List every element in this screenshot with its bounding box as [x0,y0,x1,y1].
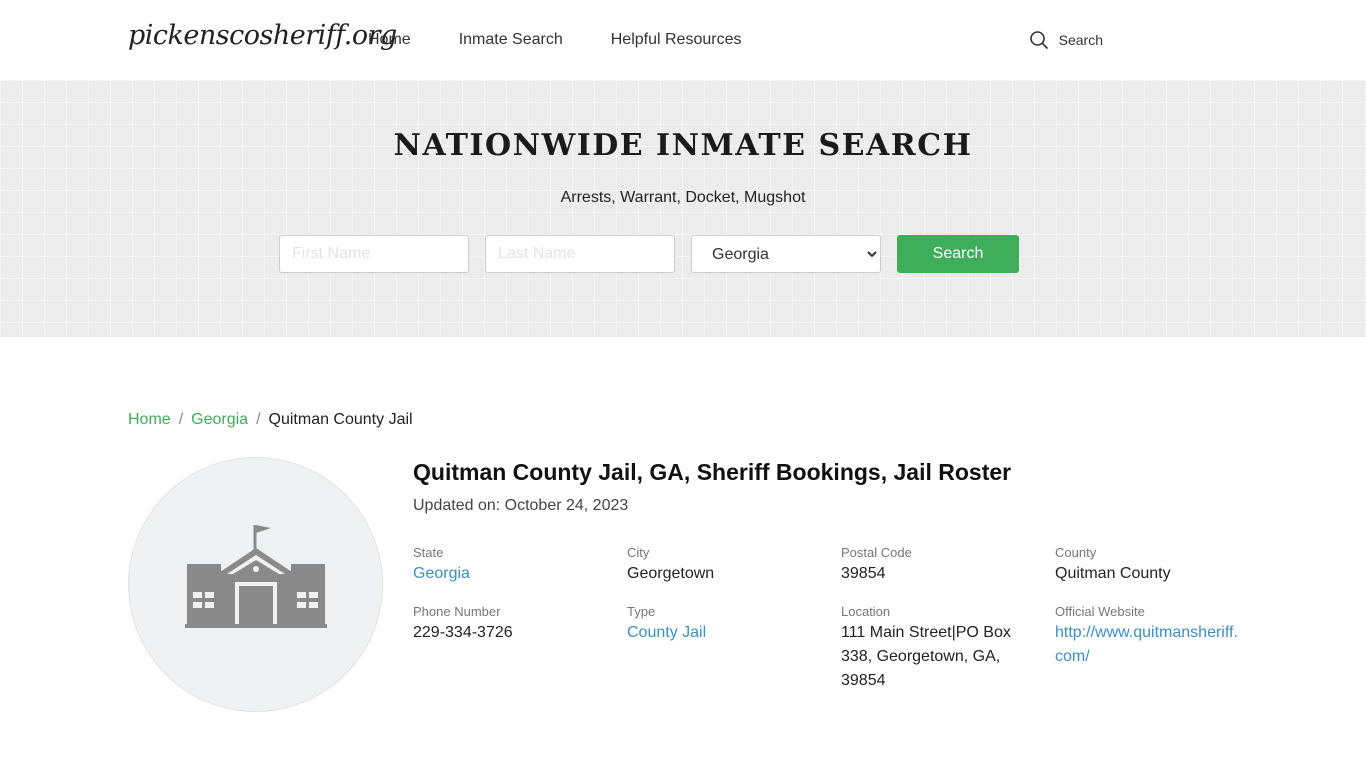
city-value: Georgetown [627,565,715,582]
site-logo[interactable]: pickenscosheriff.org [128,20,397,51]
hero-banner [0,80,1366,337]
main-nav: Home Inmate Search Helpful Resources [368,31,741,49]
breadcrumb: Home / Georgia / Quitman County Jail [128,411,413,429]
facility-title: Quitman County Jail, GA, Sheriff Booking… [413,459,1012,485]
location-field: Location 111 Main Street|PO Box 338, Geo… [841,604,1011,693]
last-name-input[interactable] [485,235,675,273]
updated-date: Updated on: October 24, 2023 [413,497,629,514]
breadcrumb-state[interactable]: Georgia [191,411,248,429]
phone-label: Phone Number [413,604,501,619]
state-label: State [413,545,444,560]
website-label: Official Website [1055,604,1145,619]
website-link[interactable]: http://www.quitmansheriff. [1055,621,1238,645]
hero-title: NATIONWIDE INMATE SEARCH [393,128,973,163]
search-icon [1029,31,1048,50]
city-field: City Georgetown [627,545,714,586]
state-field: State Georgia [413,545,470,586]
breadcrumb-home[interactable]: Home [128,411,171,429]
postal-value: 39854 [841,565,886,582]
jail-building-icon [185,525,327,628]
facility-image [128,457,383,712]
county-value: Quitman County [1055,565,1171,582]
county-label: County [1055,545,1097,560]
county-field: County Quitman County [1055,545,1171,586]
type-value-link[interactable]: County Jail [627,621,706,645]
state-select[interactable]: Georgia [691,235,881,273]
location-value-line: 338, Georgetown, GA, [841,648,1001,665]
website-field: Official Website http://www.quitmansheri… [1055,604,1238,669]
header-search-button[interactable]: Search [1029,30,1103,50]
type-field: Type County Jail [627,604,706,645]
website-link-continued[interactable]: com/ [1055,645,1238,669]
search-submit-button[interactable]: Search [897,235,1019,273]
nav-inmate-search[interactable]: Inmate Search [459,31,563,49]
state-value-link[interactable]: Georgia [413,562,470,586]
breadcrumb-separator: / [178,411,184,428]
location-value-line: 111 Main Street|PO Box [841,624,1011,641]
postal-label: Postal Code [841,545,912,560]
first-name-input[interactable] [279,235,469,273]
nav-helpful-resources[interactable]: Helpful Resources [611,31,742,49]
hero-subtitle: Arrests, Warrant, Docket, Mugshot [560,189,806,206]
location-value-line: 39854 [841,672,886,689]
inmate-search-form: Georgia Search [279,235,1019,273]
nav-home[interactable]: Home [368,31,411,49]
location-label: Location [841,604,891,619]
breadcrumb-separator: / [256,411,261,428]
city-label: City [627,545,650,560]
phone-value: 229-334-3726 [413,624,513,641]
site-header: pickenscosheriff.org Home Inmate Search … [0,0,1366,80]
header-search-label: Search [1058,32,1103,48]
breadcrumb-current: Quitman County Jail [268,411,413,428]
postal-field: Postal Code 39854 [841,545,912,586]
phone-field: Phone Number 229-334-3726 [413,604,513,645]
type-label: Type [627,604,656,619]
